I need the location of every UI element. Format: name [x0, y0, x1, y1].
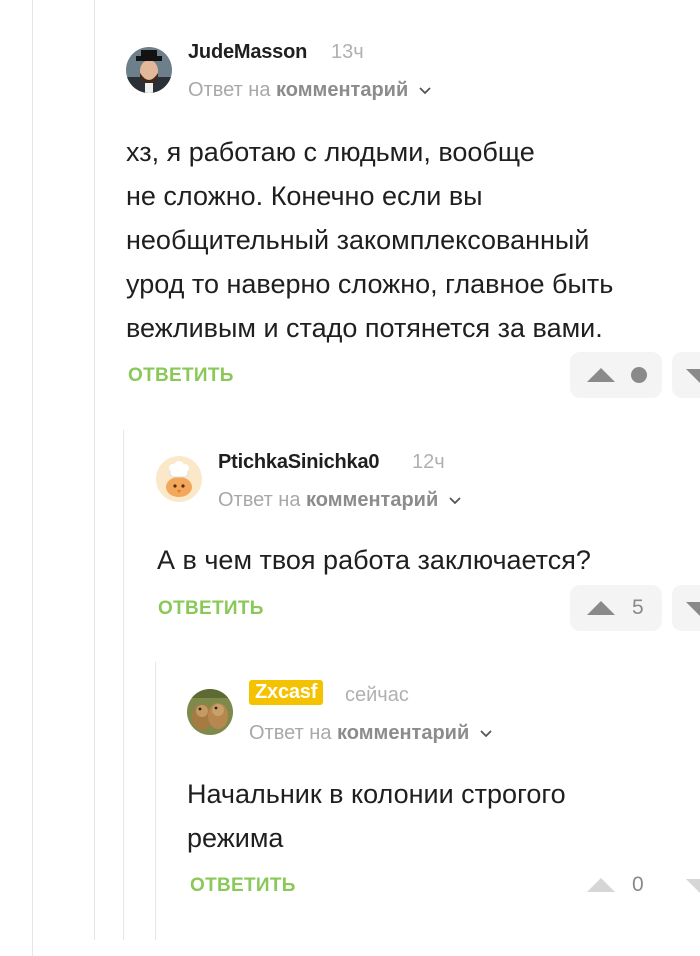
- comment-text-line: А в чем твоя работа заключается?: [157, 545, 591, 575]
- reply-to-target: комментарий: [306, 489, 439, 511]
- thread-line: [94, 0, 95, 940]
- downvote-button[interactable]: [672, 585, 700, 631]
- thread-line: [155, 662, 156, 940]
- reply-button[interactable]: ОТВЕТИТЬ: [190, 875, 296, 897]
- reply-to-target: комментарий: [276, 79, 409, 101]
- reply-to-prefix: Ответ на: [188, 79, 271, 101]
- comment-text-line: Начальник в колонии строгого: [187, 779, 566, 809]
- username[interactable]: JudeMasson: [188, 41, 307, 64]
- downvote-arrow-icon[interactable]: [686, 369, 700, 383]
- thread-line: [123, 430, 124, 940]
- upvote-arrow-icon[interactable]: [587, 368, 615, 382]
- comment-text: А в чем твоя работа заключается?: [157, 538, 591, 582]
- reply-button[interactable]: ОТВЕТИТЬ: [158, 598, 264, 620]
- avatar[interactable]: [126, 47, 172, 93]
- comment-time: 12ч: [412, 451, 445, 473]
- reply-to-link[interactable]: Ответ на комментарий: [218, 489, 462, 512]
- comment-text-line: необщительный закомплексованный: [126, 225, 590, 255]
- reply-button[interactable]: ОТВЕТИТЬ: [128, 365, 234, 387]
- avatar[interactable]: [187, 689, 233, 735]
- score-value: 0: [632, 873, 644, 896]
- comment-text-line: режима: [187, 823, 284, 853]
- reply-to-prefix: Ответ на: [218, 489, 301, 511]
- reply-to-target: комментарий: [337, 722, 470, 744]
- comment-text: хз, я работаю с людьми, вообще не сложно…: [126, 130, 613, 350]
- vote-box: 0: [570, 862, 662, 908]
- comment-text-line: не сложно. Конечно если вы: [126, 181, 483, 211]
- username[interactable]: PtichkaSinichka0: [218, 451, 380, 474]
- comment-text-line: вежливым и стадо потянется за вами.: [126, 313, 603, 343]
- username[interactable]: Zxcasf: [249, 680, 324, 705]
- chevron-down-icon: [479, 724, 493, 738]
- vote-box: 5: [570, 585, 662, 631]
- chevron-down-icon: [448, 491, 462, 505]
- reply-to-prefix: Ответ на: [249, 722, 332, 744]
- comment-text-line: урод то наверно сложно, главное быть: [126, 269, 614, 299]
- comment-time: сейчас: [345, 684, 409, 706]
- downvote-arrow-icon[interactable]: [686, 602, 700, 616]
- vote-box: [570, 352, 662, 398]
- upvote-arrow-icon[interactable]: [587, 601, 615, 615]
- downvote-arrow-icon[interactable]: [686, 879, 700, 893]
- comment-text: Начальник в колонии строгого режима: [187, 772, 566, 860]
- score-dot-icon: [631, 367, 647, 383]
- chevron-down-icon: [418, 81, 432, 95]
- score-value: 5: [632, 596, 644, 619]
- upvote-arrow-icon[interactable]: [587, 878, 615, 892]
- reply-to-link[interactable]: Ответ на комментарий: [188, 79, 432, 102]
- avatar[interactable]: [156, 456, 202, 502]
- reply-to-link[interactable]: Ответ на комментарий: [249, 722, 493, 745]
- comment-time: 13ч: [331, 41, 364, 63]
- thread-line: [32, 0, 33, 956]
- downvote-button[interactable]: [672, 352, 700, 398]
- comment-text-line: хз, я работаю с людьми, вообще: [126, 137, 535, 167]
